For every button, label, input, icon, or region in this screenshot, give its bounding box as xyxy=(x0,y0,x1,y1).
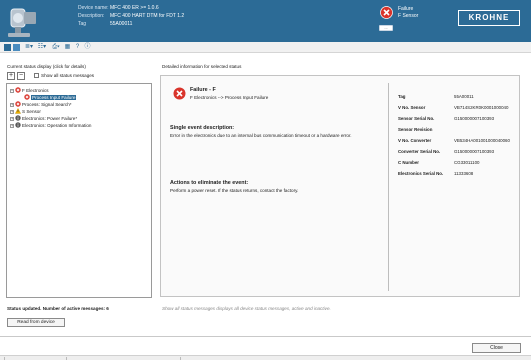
header-status-sub: F Sensor xyxy=(398,13,419,19)
device-name-value: MFC 400 ER >= 1.0.6 xyxy=(110,5,159,11)
list-icon[interactable]: ≣▾ xyxy=(24,44,34,51)
status-updated-text: Status updated. Number of active message… xyxy=(7,306,109,311)
flowmeter-device-image xyxy=(8,8,36,37)
description-value: MFC 400 HART DTM for FDT 1.2 xyxy=(110,13,185,19)
failure-status-icon xyxy=(380,6,393,19)
device-info: Device name:MFC 400 ER >= 1.0.6 Descript… xyxy=(78,4,184,28)
header-status-title: Failure xyxy=(398,6,414,12)
actions-heading: Actions to eliminate the event: xyxy=(170,180,249,186)
info-circle-icon xyxy=(15,115,21,121)
device-header: Device name:MFC 400 ER >= 1.0.6 Descript… xyxy=(0,0,531,42)
device-name-label: Device name: xyxy=(78,5,109,11)
info-key: Tag xyxy=(398,94,406,99)
toolbar: ≣▾ ☷▾ ⎙▾ ▦ ? ⓘ xyxy=(0,42,531,53)
checkbox-box[interactable] xyxy=(34,73,39,78)
tag-label: Tag xyxy=(78,21,87,27)
failure-path: F Electronics --> Process Input Failure xyxy=(190,95,269,100)
failure-icon xyxy=(173,87,186,100)
info-key: Sensor Revision xyxy=(398,127,433,132)
collapse-all-button[interactable]: − xyxy=(17,72,25,80)
tree-toggle[interactable]: + xyxy=(10,110,14,114)
detail-title: Detailed information for selected status xyxy=(162,64,242,69)
tree-toggle[interactable]: + xyxy=(10,103,14,107)
warning-icon xyxy=(15,108,21,114)
header-status: Failure F Sensor xyxy=(398,6,418,20)
info-key: Sensor Serial No. xyxy=(398,116,435,121)
window-split-icon[interactable] xyxy=(13,44,20,51)
info-value: G150000007100393 xyxy=(454,149,495,154)
tree-node-label: Process Input Failure xyxy=(31,95,77,100)
info-key: C Number xyxy=(398,160,419,165)
divider xyxy=(388,83,389,291)
status-dropdown[interactable]: ... xyxy=(379,25,393,31)
error-icon xyxy=(15,87,21,93)
status-tree: − F Electronics Process Input Failure + Pr… xyxy=(6,83,152,298)
single-event-body: Error in the electronics due to an inter… xyxy=(170,133,352,138)
tree-node-label: Process: Signal Search* xyxy=(22,102,72,107)
status-tree-title: Current status display (click for detail… xyxy=(7,64,86,69)
show-all-messages-checkbox[interactable]: Show all status messages xyxy=(34,73,94,79)
tree-node-label: Electronics: Power Failure* xyxy=(22,116,78,121)
tree-node-label: S Sensor xyxy=(22,109,41,114)
info-circle-icon xyxy=(15,122,21,128)
status-bar xyxy=(0,355,531,360)
actions-body: Perform a power reset. If the status ret… xyxy=(170,188,299,193)
description-label: Description: xyxy=(78,13,105,19)
close-button[interactable]: Close xyxy=(472,343,521,353)
tree-node-process-signal-search[interactable]: + Process: Signal Search* xyxy=(10,101,72,107)
single-event-heading: Single event description: xyxy=(170,125,235,131)
info-value: VB534HA001001000040060 xyxy=(454,138,510,143)
tree-node-label: Electronics: Operation Information xyxy=(22,123,92,128)
info-value: 55A00011 xyxy=(454,94,474,99)
krohne-logo: KROHNE xyxy=(458,10,520,26)
info-value: 11333608 xyxy=(454,171,474,176)
tree-node-power-failure[interactable]: + Electronics: Power Failure* xyxy=(10,115,77,121)
chart-icon[interactable]: ▦ xyxy=(64,44,71,51)
divider xyxy=(0,336,531,337)
list-alt-icon[interactable]: ☷▾ xyxy=(37,44,47,51)
info-icon[interactable]: ⓘ xyxy=(84,44,91,51)
tree-node-label: F Electronics xyxy=(22,88,49,93)
tree-node-s-sensor[interactable]: + S Sensor xyxy=(10,108,41,114)
tree-toggle[interactable]: + xyxy=(10,117,14,121)
error-icon xyxy=(24,94,30,100)
failure-title: Failure - F xyxy=(190,87,216,93)
error-icon xyxy=(15,101,21,107)
read-from-device-button[interactable]: Read from device xyxy=(7,318,65,327)
tree-toggle[interactable]: − xyxy=(10,89,14,93)
footnote: Show all status messages displays all de… xyxy=(162,306,331,311)
show-all-label: Show all status messages xyxy=(41,73,95,78)
tree-node-process-input-failure[interactable]: Process Input Failure xyxy=(24,94,77,100)
info-value: VB714S2KR0K0001000040 xyxy=(454,105,509,110)
tree-node-operation-information[interactable]: + Electronics: Operation Information xyxy=(10,122,91,128)
info-key: Converter Serial No. xyxy=(398,149,441,154)
info-key: V No. Sensor xyxy=(398,105,426,110)
tag-value: 55A00011 xyxy=(110,21,133,27)
info-value: G150000007100393 xyxy=(454,116,495,121)
tree-toggle[interactable]: + xyxy=(10,124,14,128)
tree-node-f-electronics[interactable]: − F Electronics xyxy=(10,87,49,93)
info-key: Electronics Serial No. xyxy=(398,171,444,176)
info-key: V No. Converter xyxy=(398,138,432,143)
info-value: CG33011100 xyxy=(454,160,480,165)
detail-panel: Failure - F F Electronics --> Process In… xyxy=(160,75,520,297)
window-icon[interactable] xyxy=(4,44,11,51)
expand-all-button[interactable]: + xyxy=(7,72,15,80)
help-icon[interactable]: ? xyxy=(74,44,81,51)
print-icon[interactable]: ⎙▾ xyxy=(51,44,61,51)
